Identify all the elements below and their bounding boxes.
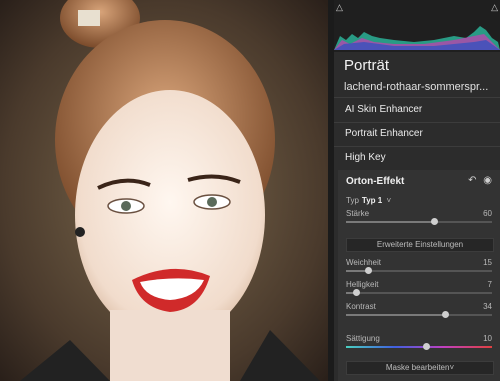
tool-ai-skin-enhancer[interactable]: AI Skin Enhancer xyxy=(334,98,500,122)
strength-slider[interactable] xyxy=(346,218,492,225)
chevron-down-icon: ˅ xyxy=(386,196,392,205)
type-label: Typ xyxy=(346,196,359,205)
type-selector[interactable]: Typ Typ 1 ˅ xyxy=(346,196,391,205)
eye-icon[interactable]: ◉ xyxy=(483,175,492,186)
slider-thumb[interactable] xyxy=(353,289,361,296)
advanced-settings-button[interactable]: Erweiterte Einstellungen xyxy=(346,238,494,252)
softness-value[interactable]: 15 xyxy=(483,258,492,267)
edit-mask-button[interactable]: Maske bearbeiten˅ xyxy=(346,361,494,375)
slider-thumb[interactable] xyxy=(423,343,431,350)
tool-portrait-enhancer[interactable]: Portrait Enhancer xyxy=(334,122,500,146)
strength-value[interactable]: 60 xyxy=(483,209,492,218)
histogram: △ △ xyxy=(334,0,500,52)
orton-effect-section: Orton-Effekt ↶ ◉ Typ Typ 1 ˅ Stärke 60 Er… xyxy=(338,170,500,381)
slider-thumb[interactable] xyxy=(364,267,372,274)
slider-fill xyxy=(346,221,434,223)
histogram-graph xyxy=(334,26,500,50)
adjustments-panel: △ △ Porträt lachend-rothaar-sommerspr...… xyxy=(334,0,500,381)
saturation-value[interactable]: 10 xyxy=(483,334,492,343)
contrast-value[interactable]: 34 xyxy=(483,302,492,311)
tool-high-key[interactable]: High Key xyxy=(334,146,500,170)
saturation-label: Sättigung xyxy=(346,334,380,343)
type-value: Typ 1 xyxy=(361,196,383,205)
contrast-slider[interactable] xyxy=(346,311,492,318)
brightness-value[interactable]: 7 xyxy=(488,280,492,289)
strength-label: Stärke xyxy=(346,209,370,218)
softness-slider[interactable] xyxy=(346,267,492,274)
portrait-image xyxy=(0,0,328,381)
brightness-label: Helligkeit xyxy=(346,280,379,289)
contrast-label: Kontrast xyxy=(346,302,376,311)
reset-icon[interactable]: ↶ xyxy=(468,175,476,186)
photo-canvas[interactable] xyxy=(0,0,328,381)
slider-fill xyxy=(346,314,446,316)
slider-thumb[interactable] xyxy=(430,218,438,225)
saturation-slider[interactable] xyxy=(346,343,492,350)
preset-name[interactable]: lachend-rothaar-sommerspr... xyxy=(344,81,488,93)
slider-thumb[interactable] xyxy=(442,311,450,318)
panel-title: Porträt xyxy=(344,57,390,74)
section-title[interactable]: Orton-Effekt xyxy=(346,176,404,187)
softness-label: Weichheit xyxy=(346,258,381,267)
brightness-slider[interactable] xyxy=(346,289,492,296)
